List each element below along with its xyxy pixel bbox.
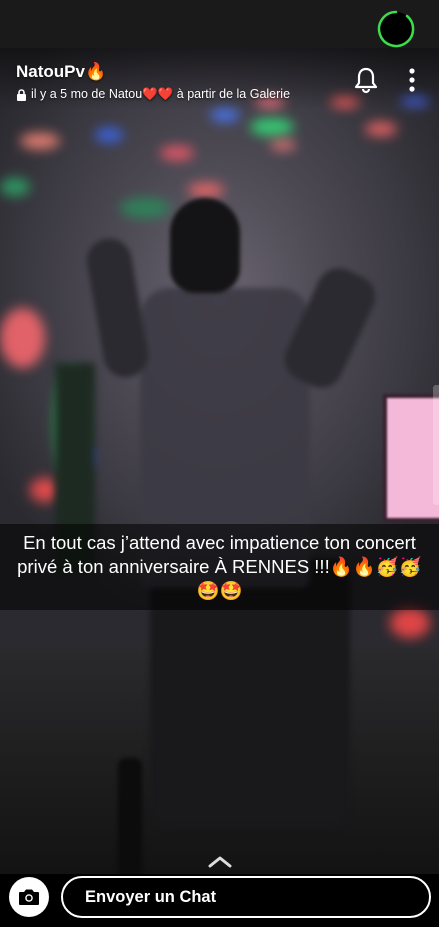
caption-text: En tout cas j’attend avec impatience ton…	[17, 532, 422, 601]
username[interactable]: NatouPv🔥	[16, 62, 106, 82]
dancer-head	[170, 198, 240, 293]
camera-icon	[19, 889, 39, 905]
chat-input[interactable]	[61, 876, 431, 918]
story-media[interactable]	[0, 48, 439, 880]
camera-button[interactable]	[9, 877, 49, 917]
caption-band: En tout cas j’attend avec impatience ton…	[0, 524, 439, 610]
screen-glow	[383, 394, 439, 522]
more-vertical-icon[interactable]	[404, 66, 420, 94]
story-timer-ring	[377, 10, 415, 48]
lock-icon	[17, 88, 26, 101]
side-scroll-handle[interactable]	[433, 385, 439, 505]
bell-icon[interactable]	[352, 66, 380, 94]
story-subline: il y a 5 mo de Natou❤️❤️ à partir de la …	[16, 87, 290, 102]
story-subline-text: il y a 5 mo de Natou❤️❤️ à partir de la …	[31, 87, 291, 101]
status-bar	[0, 0, 439, 48]
bottle	[118, 758, 142, 878]
chevron-up-icon[interactable]	[206, 852, 234, 870]
